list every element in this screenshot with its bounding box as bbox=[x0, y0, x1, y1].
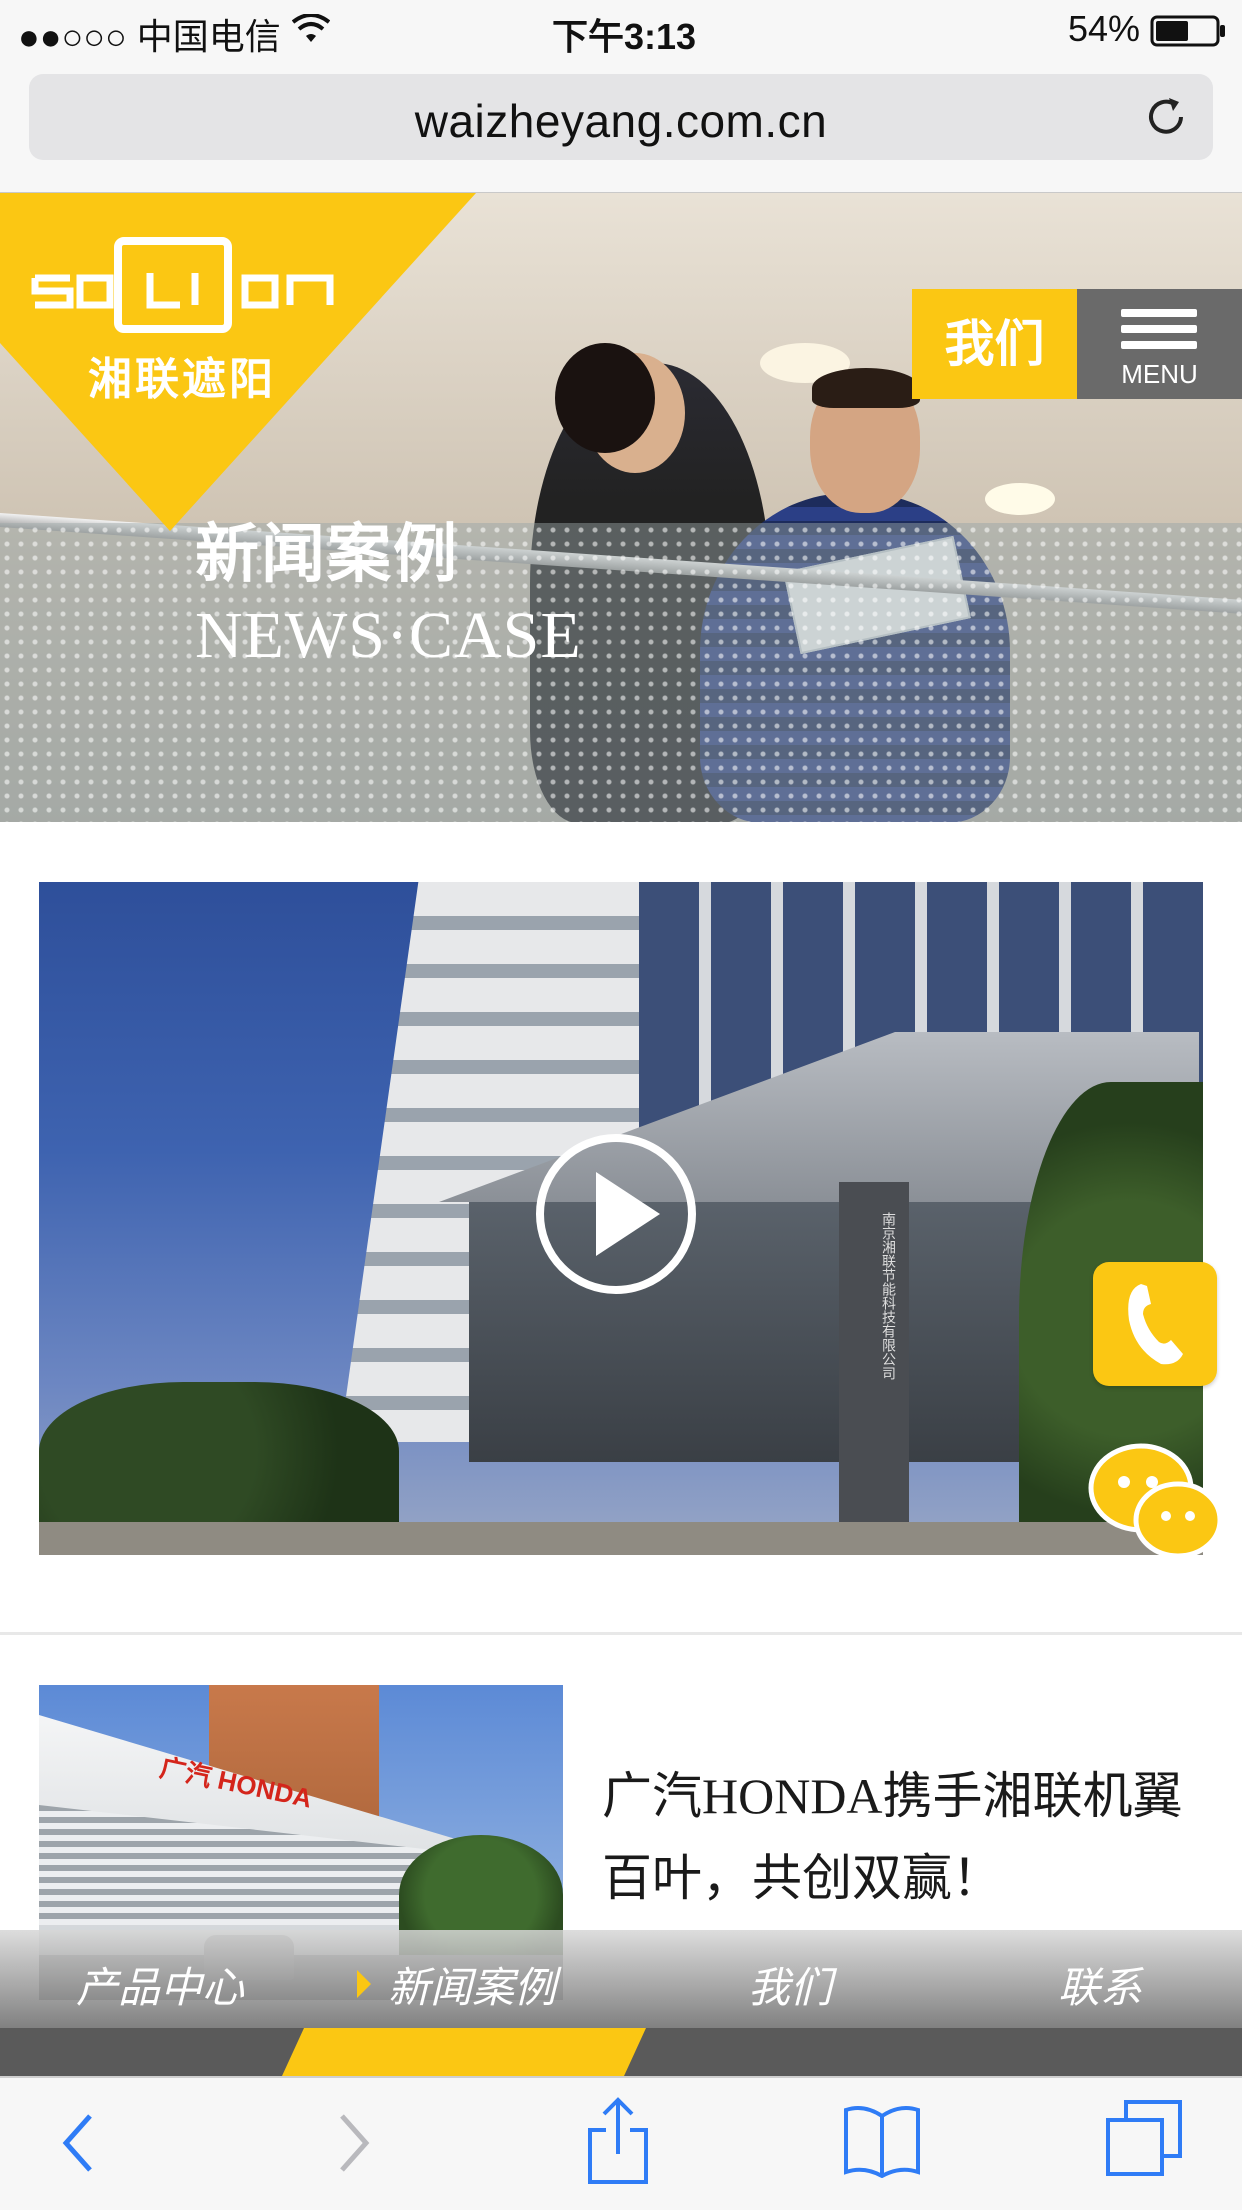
forward-icon[interactable] bbox=[334, 2108, 374, 2178]
address-bar[interactable]: waizheyang.com.cn bbox=[29, 74, 1213, 160]
play-icon bbox=[596, 1172, 660, 1256]
active-tab-marker bbox=[282, 2028, 646, 2076]
nav-item-about[interactable]: 我们 bbox=[748, 1954, 832, 2015]
reload-icon[interactable] bbox=[1141, 92, 1191, 142]
wifi-icon bbox=[292, 14, 330, 42]
logo-cn-text: 湘联遮阳 bbox=[88, 355, 276, 404]
nav-item-products[interactable]: 产品中心 bbox=[76, 1954, 244, 2015]
woman-hair bbox=[555, 343, 655, 453]
tabs-icon[interactable] bbox=[1104, 2098, 1184, 2178]
nav-item-contact[interactable]: 联系 bbox=[1058, 1954, 1142, 2015]
company-sign: 南京湘联节能科技有限公司 bbox=[881, 1212, 897, 1380]
phone-icon bbox=[1128, 1284, 1183, 1365]
status-bar: ●●○○○ 中国电信 下午3:13 54% bbox=[0, 0, 1242, 62]
menu-label: MENU bbox=[1121, 359, 1198, 389]
call-button[interactable] bbox=[1093, 1262, 1217, 1386]
page-subtitle: NEWS·CASE bbox=[195, 599, 582, 672]
wechat-icon[interactable] bbox=[1086, 1440, 1224, 1562]
page-title: 新闻案例 bbox=[195, 518, 459, 590]
bookmarks-icon[interactable] bbox=[842, 2102, 922, 2178]
hero-banner: 湘联遮阳 新闻案例 NEWS·CASE 我们 MENU bbox=[0, 193, 1242, 822]
url-text[interactable]: waizheyang.com.cn bbox=[29, 94, 1213, 148]
video-player[interactable]: 南京湘联节能科技有限公司 bbox=[39, 882, 1203, 1555]
man-hair bbox=[812, 368, 920, 408]
site-bottom-nav: 产品中心 新闻案例 我们 联系 bbox=[0, 1930, 1242, 2028]
share-icon[interactable] bbox=[586, 2096, 650, 2186]
solion-logo bbox=[31, 237, 334, 333]
nav-active-indicator bbox=[357, 1970, 371, 1998]
carrier-label: ●●○○○ 中国电信 bbox=[18, 16, 281, 57]
back-icon[interactable] bbox=[58, 2108, 98, 2178]
battery-icon bbox=[1150, 15, 1225, 47]
about-button[interactable]: 我们 bbox=[912, 289, 1077, 399]
nav-accent-bar bbox=[0, 2028, 1242, 2076]
menu-button[interactable]: MENU bbox=[1077, 289, 1242, 399]
battery-percent: 54% bbox=[1068, 8, 1141, 49]
ground bbox=[39, 1522, 1203, 1555]
glass-balustrade bbox=[0, 523, 1242, 822]
ceiling-light bbox=[985, 483, 1055, 515]
nav-item-news[interactable]: 新闻案例 bbox=[388, 1954, 556, 2015]
news-title[interactable]: 广汽HONDA携手湘联机翼百叶，共创双赢！ bbox=[602, 1755, 1212, 1919]
clock: 下午3:13 bbox=[552, 16, 697, 57]
browser-toolbar bbox=[0, 2076, 1242, 2210]
address-bar-area: waizheyang.com.cn bbox=[0, 62, 1242, 194]
section-divider bbox=[0, 1632, 1242, 1635]
